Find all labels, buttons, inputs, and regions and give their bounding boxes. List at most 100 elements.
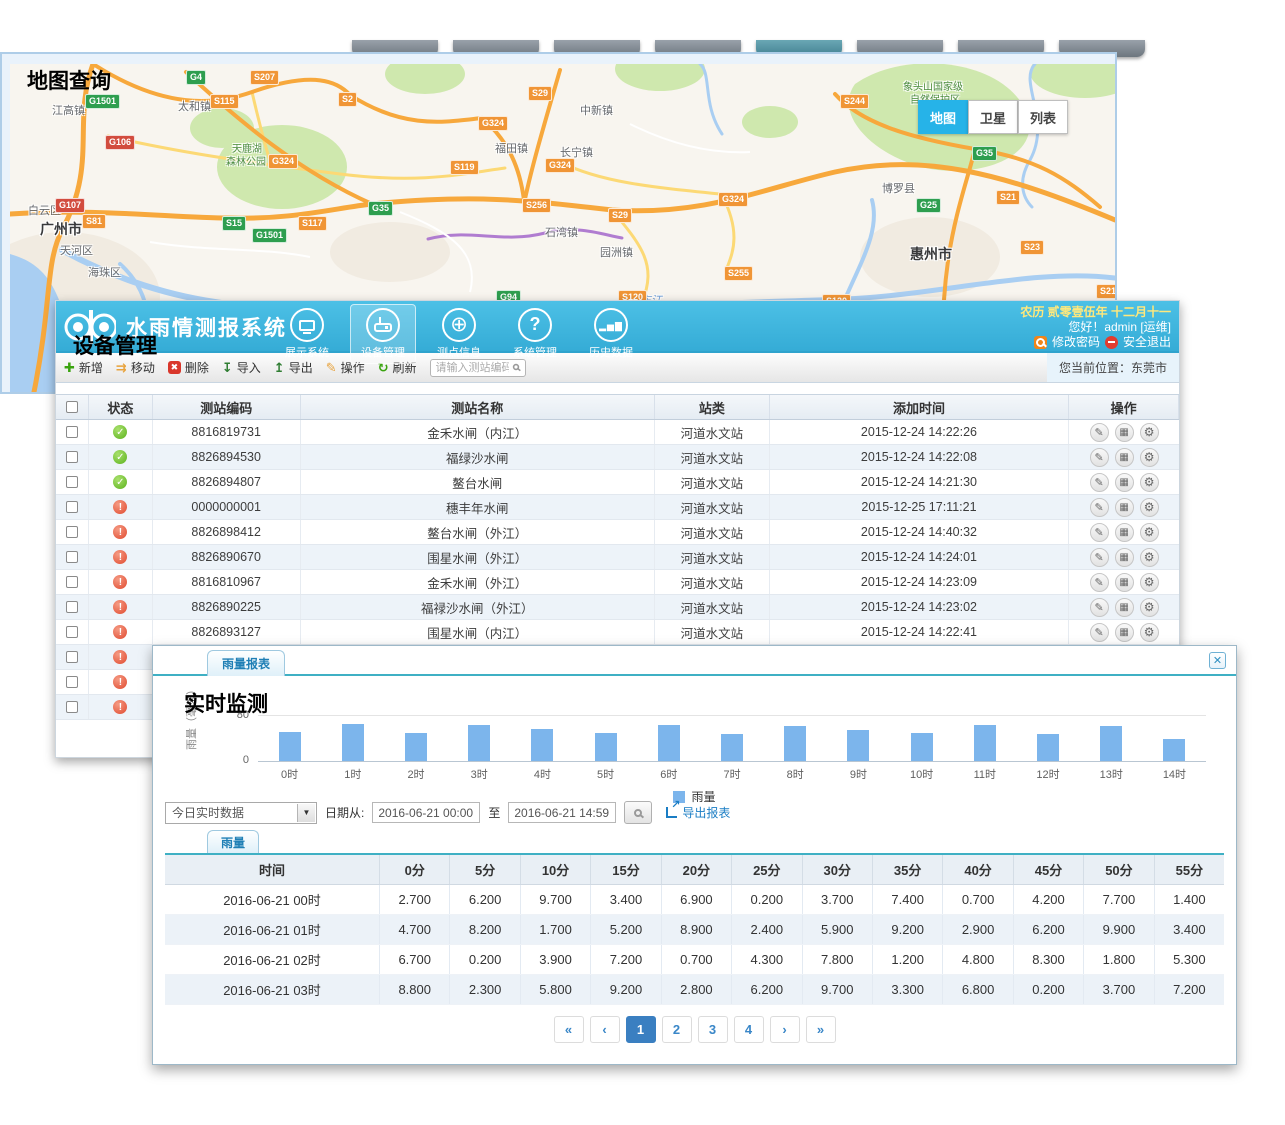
page-button[interactable]: «	[554, 1016, 584, 1043]
row-checkbox[interactable]	[66, 576, 78, 588]
subtab-rain[interactable]: 雨量	[207, 830, 259, 853]
page-button[interactable]: 1	[626, 1016, 656, 1043]
nav-item[interactable]: 历史数据	[578, 304, 644, 364]
station-type: 河道水文站	[655, 570, 770, 594]
minute-header: 10分	[521, 855, 591, 884]
tab-rain-report[interactable]: 雨量报表	[207, 650, 285, 676]
row-checkbox[interactable]	[66, 601, 78, 613]
edit-icon[interactable]	[1090, 573, 1109, 592]
station-type: 河道水文站	[655, 470, 770, 494]
calendar-icon[interactable]	[1115, 448, 1134, 467]
chart-bar: 10时	[890, 715, 953, 761]
page-button[interactable]: ›	[770, 1016, 800, 1043]
dropdown-arrow-icon[interactable]	[297, 804, 315, 822]
date-to-input[interactable]	[508, 802, 616, 823]
rain-table-row: 2016-06-21 02时 6.700 0.200 3.900 7.200 0…	[165, 945, 1224, 975]
table-row: 8826893127 围星水闸（内江） 河道水文站 2015-12-24 14:…	[56, 620, 1179, 645]
calendar-icon[interactable]	[1115, 498, 1134, 517]
pagination: «‹1234›»	[153, 1016, 1236, 1043]
road-badge: S117	[298, 216, 327, 231]
nav-item[interactable]: 测点信息	[426, 304, 492, 364]
chart-bar: 13时	[1080, 715, 1143, 761]
road-badge: G35	[368, 201, 393, 216]
gear-icon[interactable]	[1140, 598, 1159, 617]
toolbar-button[interactable]: 新增	[64, 359, 103, 376]
chart-bar: 14时	[1143, 715, 1206, 761]
station-type: 河道水文站	[655, 495, 770, 519]
row-checkbox[interactable]	[66, 426, 78, 438]
edit-icon[interactable]	[1090, 548, 1109, 567]
toolbar-button[interactable]: 导入	[222, 359, 261, 376]
current-location: 您当前位置：东莞市	[1047, 353, 1179, 382]
nav-item[interactable]: 设备管理	[350, 304, 416, 364]
row-checkbox[interactable]	[66, 476, 78, 488]
page-button[interactable]: 3	[698, 1016, 728, 1043]
edit-icon[interactable]	[1090, 498, 1109, 517]
query-button[interactable]	[624, 801, 652, 824]
road-badge: G25	[916, 198, 941, 213]
page-button[interactable]: 4	[734, 1016, 764, 1043]
edit-icon[interactable]	[1090, 448, 1109, 467]
nav-item[interactable]: 系统管理	[502, 304, 568, 364]
gear-icon[interactable]	[1140, 448, 1159, 467]
gear-icon[interactable]	[1140, 423, 1159, 442]
added-time: 2015-12-24 14:22:26	[770, 420, 1069, 444]
search-icon[interactable]	[512, 363, 518, 369]
calendar-icon[interactable]	[1115, 598, 1134, 617]
dataset-dropdown[interactable]: 今日实时数据	[165, 802, 317, 824]
row-checkbox[interactable]	[66, 701, 78, 713]
select-all-checkbox[interactable]	[66, 401, 78, 413]
road-badge: S23	[1020, 240, 1044, 255]
station-code-search-input[interactable]	[430, 359, 526, 377]
edit-icon[interactable]	[1090, 598, 1109, 617]
nav-item[interactable]: 展示系统	[274, 304, 340, 364]
edit-icon[interactable]	[1090, 423, 1109, 442]
map-place-label: 天河区	[60, 242, 93, 258]
map-place-label: 广州市	[40, 219, 82, 239]
calendar-icon[interactable]	[1115, 623, 1134, 642]
gear-icon[interactable]	[1140, 523, 1159, 542]
row-checkbox[interactable]	[66, 526, 78, 538]
user-info: 农历 贰零壹伍年 十二月十一 您好！admin [运维] 修改密码 安全退出	[1020, 305, 1171, 350]
gear-icon[interactable]	[1140, 473, 1159, 492]
edit-icon[interactable]	[1090, 523, 1109, 542]
gear-icon[interactable]	[1140, 498, 1159, 517]
calendar-icon[interactable]	[1115, 473, 1134, 492]
map-type-button[interactable]: 地图	[918, 100, 968, 134]
row-checkbox[interactable]	[66, 676, 78, 688]
export-report-link[interactable]: 导出报表	[666, 804, 730, 821]
row-checkbox[interactable]	[66, 501, 78, 513]
calendar-icon[interactable]	[1115, 523, 1134, 542]
page-button[interactable]: 2	[662, 1016, 692, 1043]
page-button[interactable]: »	[806, 1016, 836, 1043]
minute-header: 5分	[450, 855, 520, 884]
close-icon[interactable]	[1209, 652, 1226, 669]
calendar-icon[interactable]	[1115, 548, 1134, 567]
minute-header: 55分	[1155, 855, 1224, 884]
gear-icon[interactable]	[1140, 548, 1159, 567]
toolbar-icon	[116, 361, 127, 374]
row-checkbox[interactable]	[66, 626, 78, 638]
row-checkbox[interactable]	[66, 451, 78, 463]
row-checkbox[interactable]	[66, 551, 78, 563]
change-password-link[interactable]: 修改密码	[1052, 335, 1100, 350]
calendar-icon[interactable]	[1115, 423, 1134, 442]
logout-link[interactable]: 安全退出	[1123, 335, 1171, 350]
map-type-button[interactable]: 卫星	[968, 100, 1018, 134]
map-place-label: 森林公园	[226, 153, 266, 168]
toolbar-button[interactable]: 删除	[168, 359, 209, 376]
station-type: 河道水文站	[655, 445, 770, 469]
calendar-icon[interactable]	[1115, 573, 1134, 592]
gear-icon[interactable]	[1140, 573, 1159, 592]
row-checkbox[interactable]	[66, 651, 78, 663]
gear-icon[interactable]	[1140, 623, 1159, 642]
edit-icon[interactable]	[1090, 473, 1109, 492]
date-from-input[interactable]	[372, 802, 480, 823]
toolbar-button[interactable]: 移动	[116, 359, 155, 376]
map-type-button[interactable]: 列表	[1018, 100, 1068, 134]
edit-icon[interactable]	[1090, 623, 1109, 642]
annotation-realtime: 实时监测	[184, 688, 268, 718]
map-place-label: 石湾镇	[545, 224, 578, 240]
filter-row: 今日实时数据 日期从: 至 导出报表	[165, 801, 730, 824]
page-button[interactable]: ‹	[590, 1016, 620, 1043]
